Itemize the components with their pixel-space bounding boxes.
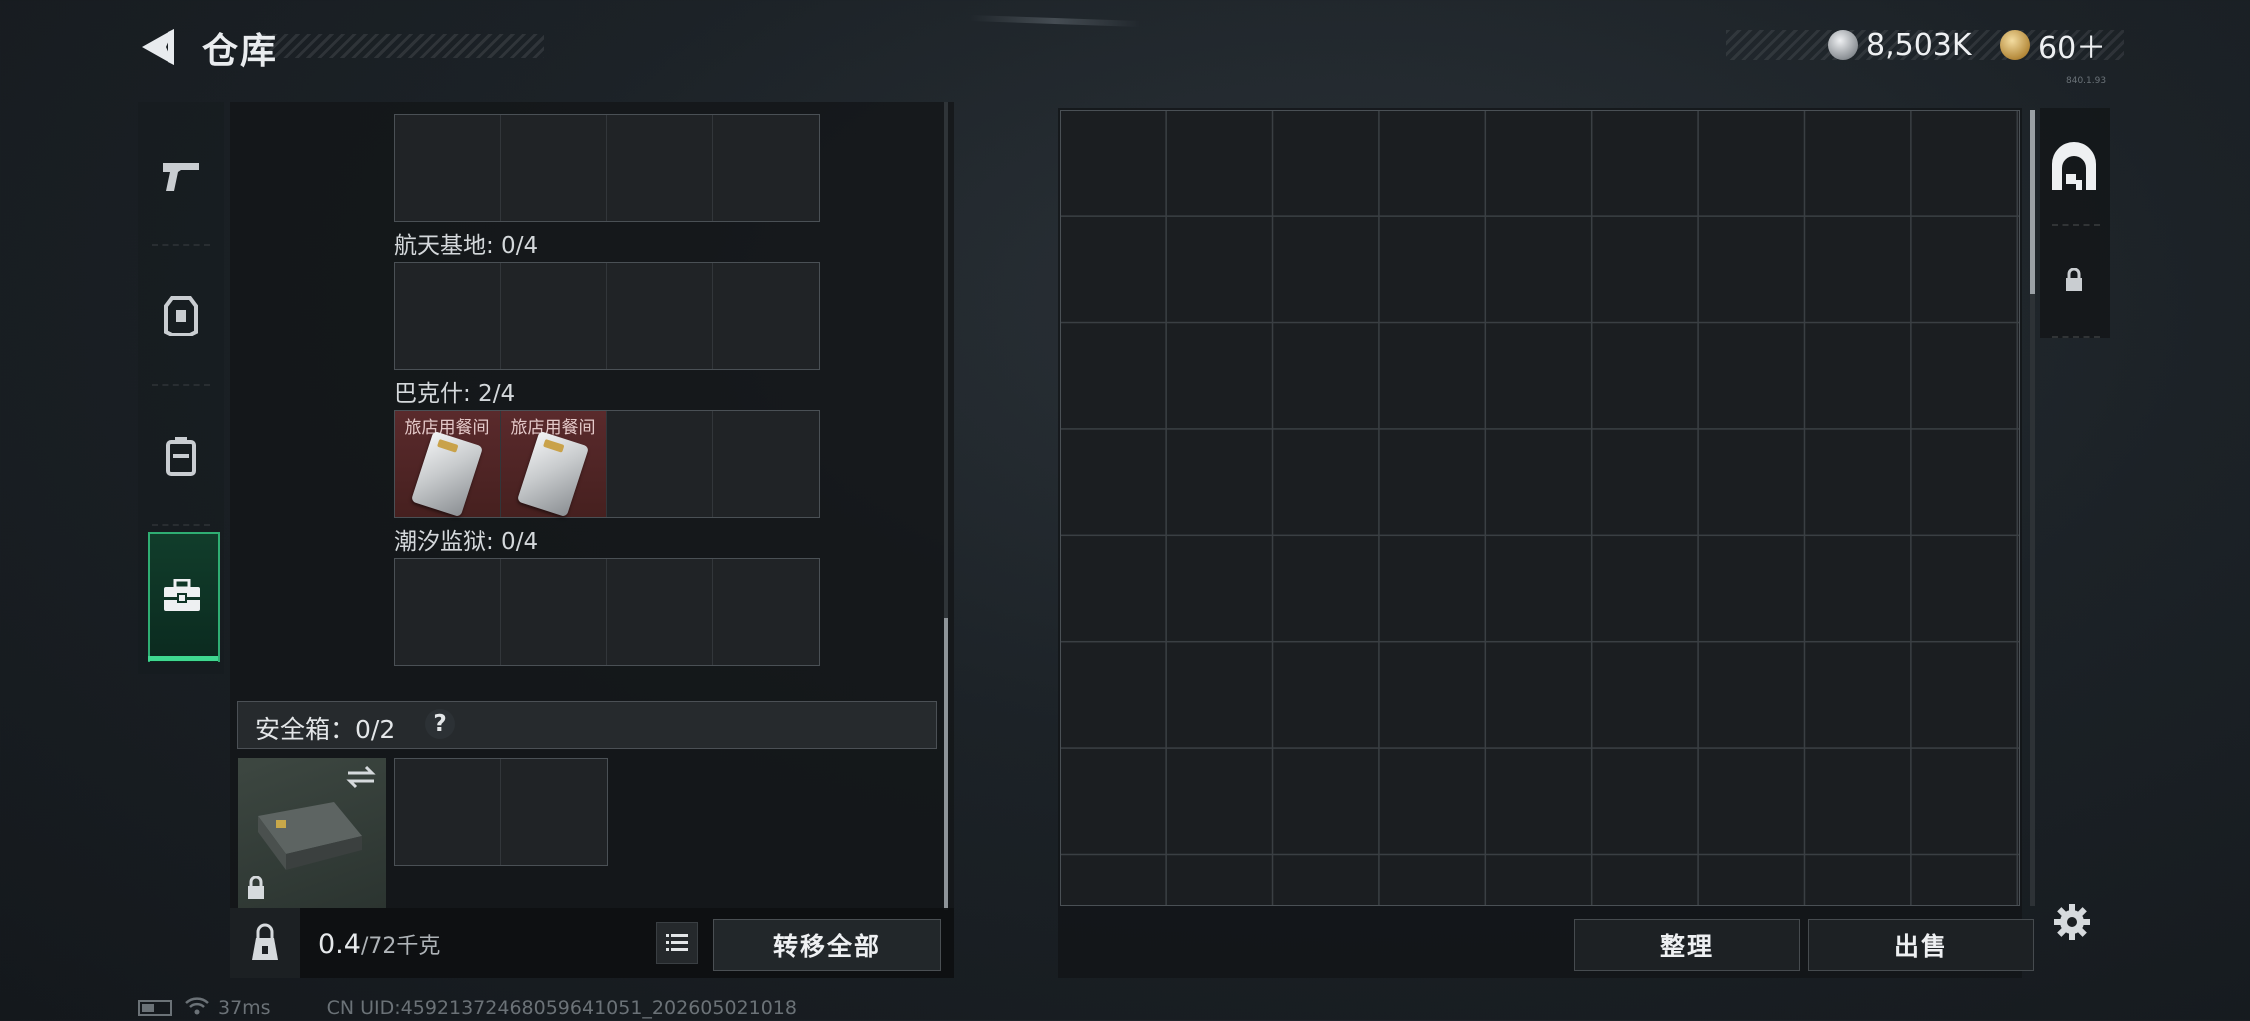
warehouse-grid-border — [1060, 110, 2020, 906]
background-light-streak — [969, 15, 1141, 27]
list-icon — [666, 934, 688, 951]
safe-box-item[interactable] — [238, 758, 386, 908]
battery-icon — [138, 1000, 172, 1016]
empty-slot[interactable] — [607, 115, 713, 221]
warehouse-page-tab-1[interactable] — [2042, 130, 2106, 222]
wifi-icon — [184, 996, 210, 1021]
empty-slot[interactable] — [501, 263, 607, 369]
list-view-button[interactable] — [656, 922, 698, 964]
empty-slot[interactable] — [713, 115, 819, 221]
toolbox-icon — [163, 578, 201, 617]
settings-gear-icon[interactable] — [2052, 902, 2092, 942]
slot-grid-tidal-prison — [394, 558, 820, 666]
right-scrollbar-thumb[interactable] — [2030, 110, 2035, 294]
safe-box-slots — [394, 758, 608, 866]
gold-amount: 60＋ — [2038, 31, 2107, 66]
weight-max: /72千克 — [360, 934, 441, 959]
slot-grid-bakhsh: 旅店用餐间 旅店用餐间 — [394, 410, 820, 518]
nav-item-container[interactable] — [139, 528, 225, 668]
weight-lock-button[interactable] — [230, 908, 300, 978]
safe-box-label: 安全箱：0/2 — [255, 715, 396, 744]
item-slot[interactable]: 旅店用餐间 — [395, 411, 501, 518]
silver-currency[interactable]: 8,503K — [1828, 26, 1972, 64]
empty-slot[interactable] — [501, 759, 607, 865]
swap-icon[interactable] — [346, 764, 376, 794]
gold-currency[interactable]: 60＋ — [2000, 26, 2107, 66]
ping-value: 37ms — [218, 997, 271, 1019]
silver-coin-icon — [1828, 30, 1858, 60]
empty-slot[interactable] — [395, 559, 501, 665]
section-label-tidal-prison: 潮汐监狱: 0/4 — [394, 529, 539, 555]
slot-grid-aerospace — [394, 262, 820, 370]
lock-icon — [2066, 267, 2082, 291]
pistol-icon — [161, 159, 201, 197]
empty-slot[interactable] — [713, 559, 819, 665]
gold-coin-icon — [2000, 30, 2030, 60]
keycard-icon — [410, 430, 484, 518]
empty-slot[interactable] — [501, 115, 607, 221]
weight-value: 0.4 — [318, 929, 361, 960]
nav-item-backpack[interactable] — [138, 388, 224, 528]
backpack-icon — [165, 436, 197, 480]
keycard-icon — [516, 430, 590, 518]
empty-slot[interactable] — [501, 559, 607, 665]
empty-slot[interactable] — [607, 411, 713, 517]
empty-slot[interactable] — [713, 411, 819, 517]
status-bar: 37ms CN UID:45921372468059641051_2026050… — [138, 996, 797, 1020]
tab-divider — [2052, 336, 2100, 338]
nav-item-weapons[interactable] — [138, 108, 224, 248]
empty-slot[interactable] — [395, 759, 501, 865]
slot-grid-top — [394, 114, 820, 222]
empty-slot[interactable] — [713, 263, 819, 369]
section-label-bakhsh: 巴克什: 2/4 — [394, 381, 516, 407]
nav-item-armor[interactable] — [138, 248, 224, 388]
help-button[interactable]: ? — [425, 709, 455, 739]
silver-amount: 8,503K — [1866, 27, 1972, 63]
empty-slot[interactable] — [607, 559, 713, 665]
sort-button[interactable]: 整理 — [1574, 919, 1800, 971]
transfer-all-button[interactable]: 转移全部 — [713, 919, 941, 971]
page-title: 仓库 — [202, 31, 279, 72]
sell-button[interactable]: 出售 — [1808, 919, 2034, 971]
section-label-aerospace: 航天基地: 0/4 — [394, 233, 539, 259]
locked-tab-2[interactable] — [2064, 267, 2084, 296]
right-scrollbar-track[interactable] — [2030, 294, 2035, 906]
tab-divider — [2052, 224, 2100, 226]
lock-icon — [246, 875, 266, 904]
uid-label: CN UID:45921372468059641051_202605021018 — [326, 997, 797, 1019]
left-scrollbar-thumb[interactable] — [944, 618, 948, 910]
empty-slot[interactable] — [395, 115, 501, 221]
version-label: 840.1.93 — [2066, 76, 2107, 86]
title-hatch-decoration — [262, 34, 544, 58]
item-slot[interactable]: 旅店用餐间 — [501, 411, 607, 518]
warehouse-icon — [2052, 142, 2096, 190]
empty-slot[interactable] — [607, 263, 713, 369]
armor-vest-icon — [164, 296, 198, 340]
back-arrow-icon[interactable] — [138, 26, 178, 68]
weight-readout: 0.4/72千克 — [318, 928, 440, 960]
empty-slot[interactable] — [395, 263, 501, 369]
weight-icon — [252, 923, 278, 960]
